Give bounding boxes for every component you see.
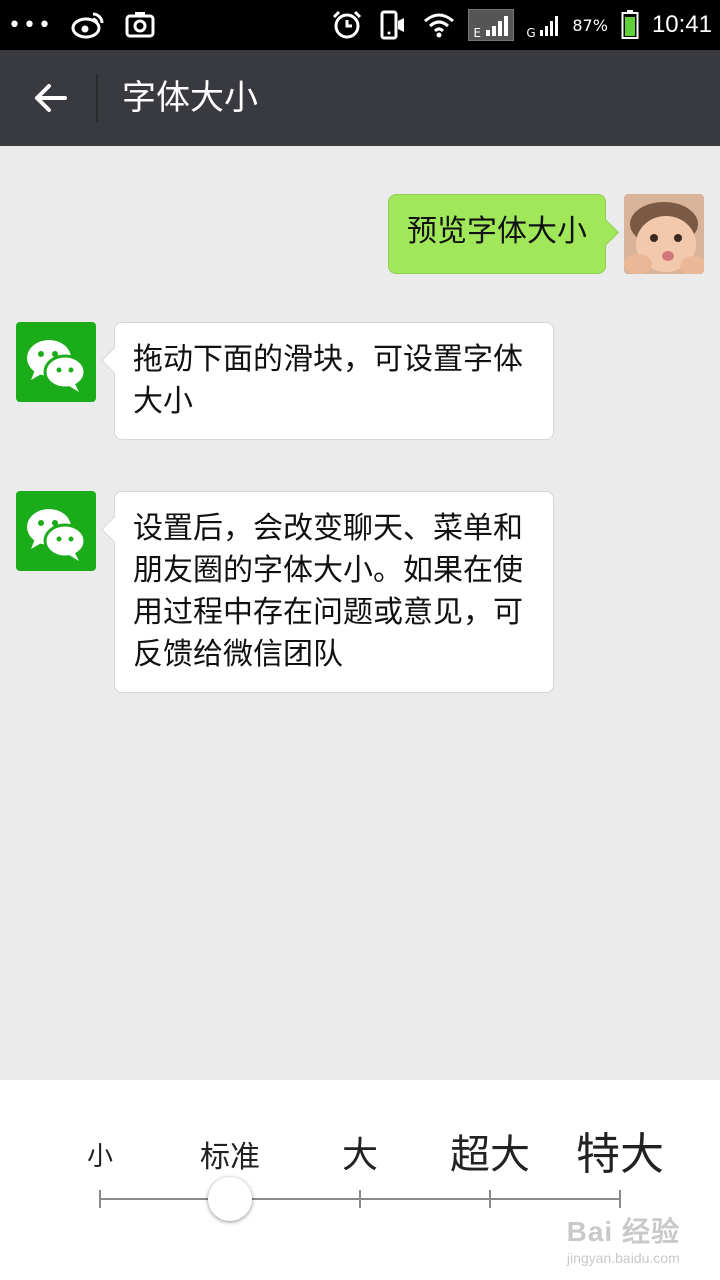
watermark-url: jingyan.baidu.com <box>566 1250 680 1266</box>
wechat-logo-icon <box>27 340 87 392</box>
message-bubble-received[interactable]: 设置后，会改变聊天、菜单和朋友圈的字体大小。如果在使用过程中存在问题或意见，可反… <box>114 491 554 693</box>
user-avatar[interactable] <box>624 194 704 274</box>
vibrate-icon <box>376 10 410 40</box>
battery-icon <box>620 10 640 40</box>
title-bar: 字体大小 <box>0 50 720 146</box>
message-text: 预览字体大小 <box>407 214 587 249</box>
size-label-standard[interactable]: 标准 <box>200 1132 260 1176</box>
slider-tick <box>619 1190 621 1208</box>
size-label-large[interactable]: 大 <box>342 1126 378 1178</box>
status-bar: ••• E G 87% 10:41 <box>0 0 720 50</box>
network-type-label: G <box>526 26 536 40</box>
wechat-logo-icon <box>27 509 87 561</box>
message-bubble-received[interactable]: 拖动下面的滑块，可设置字体大小 <box>114 322 554 440</box>
network-type-label: E <box>473 26 481 40</box>
screenshot-icon <box>123 10 157 40</box>
arrow-left-icon <box>35 84 67 112</box>
alarm-icon <box>330 10 364 40</box>
font-size-panel: 小 标准 大 超大 特大 Bai 经验 jingyan.baidu.com <box>0 1080 720 1280</box>
title-divider <box>96 74 98 122</box>
wechat-avatar[interactable] <box>16 322 96 402</box>
slider-tick <box>359 1190 361 1208</box>
wifi-icon <box>422 10 456 40</box>
size-label-small[interactable]: 小 <box>87 1136 113 1173</box>
size-label-extra-large[interactable]: 超大 <box>450 1122 530 1180</box>
weibo-icon <box>71 10 105 40</box>
signal-icon: E <box>468 9 515 41</box>
size-label-huge[interactable]: 特大 <box>576 1118 664 1182</box>
font-size-slider-thumb[interactable] <box>208 1177 252 1221</box>
battery-percent: 87% <box>572 15 608 35</box>
slider-tick <box>99 1190 101 1208</box>
watermark-logo: Bai 经验 <box>566 1216 680 1247</box>
signal-icon: G <box>526 10 560 40</box>
message-bubble-sent[interactable]: 预览字体大小 <box>388 194 606 274</box>
back-button[interactable] <box>22 72 78 124</box>
clock: 10:41 <box>651 11 712 38</box>
more-dots-icon: ••• <box>8 12 53 38</box>
wechat-avatar[interactable] <box>16 491 96 571</box>
message-text: 拖动下面的滑块，可设置字体大小 <box>133 342 523 419</box>
slider-tick <box>489 1190 491 1208</box>
page-title: 字体大小 <box>122 78 258 118</box>
baidu-watermark: Bai 经验 jingyan.baidu.com <box>567 1210 680 1266</box>
message-text: 设置后，会改变聊天、菜单和朋友圈的字体大小。如果在使用过程中存在问题或意见，可反… <box>133 511 523 672</box>
